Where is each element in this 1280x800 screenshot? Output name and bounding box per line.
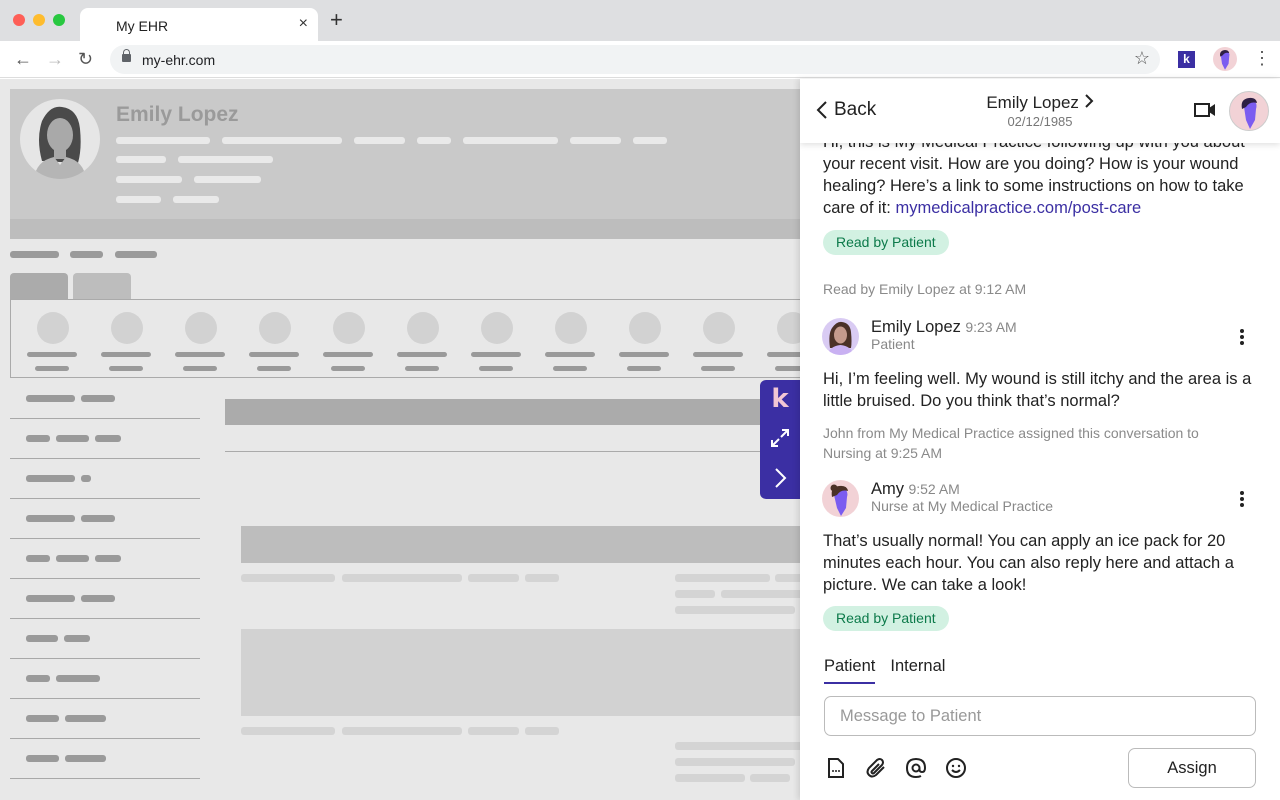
ehr-placeholder-icon xyxy=(185,312,217,344)
message-text: Hi, I’m feeling well. My wound is still … xyxy=(823,370,1252,410)
ehr-background: Emily Lopez xyxy=(0,79,800,800)
ehr-list-row[interactable] xyxy=(10,579,200,619)
ehr-list-row[interactable] xyxy=(10,699,200,739)
sender-role: Patient xyxy=(871,336,915,352)
chat-header: Back Emily Lopez 02/12/1985 xyxy=(800,79,1280,143)
emoji-icon[interactable] xyxy=(944,756,968,780)
message-input[interactable] xyxy=(824,696,1256,736)
ehr-placeholder-icon xyxy=(111,312,143,344)
browser-menu-icon[interactable]: ⋮ xyxy=(1253,48,1271,68)
ehr-placeholder-icon xyxy=(407,312,439,344)
window-maximize-button[interactable] xyxy=(53,14,65,26)
ehr-icon-row xyxy=(10,299,800,378)
more-options-icon[interactable] xyxy=(1232,488,1252,510)
ehr-list-row[interactable] xyxy=(10,739,200,779)
ehr-placeholder-icon xyxy=(481,312,513,344)
post-care-link[interactable]: mymedicalpractice.com/post-care xyxy=(895,199,1141,217)
assign-notice: John from My Medical Practice assigned t… xyxy=(823,425,1199,461)
tab-patient[interactable]: Patient xyxy=(824,657,876,684)
ehr-tab-1[interactable] xyxy=(10,273,68,300)
window-minimize-button[interactable] xyxy=(33,14,45,26)
extension-k-icon[interactable]: k xyxy=(1178,51,1195,68)
forward-arrow-icon[interactable]: → xyxy=(46,49,64,69)
ehr-list-row[interactable] xyxy=(10,379,200,419)
message-text: That’s usually normal! You can apply an … xyxy=(823,532,1234,594)
reload-icon[interactable]: ↻ xyxy=(78,49,93,69)
ehr-list-row[interactable] xyxy=(10,499,200,539)
browser-tab[interactable]: My EHR × xyxy=(80,8,318,41)
user-avatar[interactable] xyxy=(1229,91,1269,131)
more-options-icon[interactable] xyxy=(1232,326,1252,348)
sender-name: Emily Lopez xyxy=(871,318,961,336)
patient-name: Emily Lopez xyxy=(986,93,1079,112)
new-tab-button[interactable]: + xyxy=(330,9,343,31)
ehr-placeholder-icon xyxy=(703,312,735,344)
sender-role: Nurse at My Medical Practice xyxy=(871,498,1054,514)
expand-icon[interactable] xyxy=(768,426,792,450)
ehr-list-row[interactable] xyxy=(10,459,200,499)
sender-time: 9:23 AM xyxy=(965,319,1017,335)
nurse-avatar xyxy=(822,480,859,517)
paperclip-icon[interactable] xyxy=(864,756,888,780)
patient-avatar xyxy=(822,318,859,355)
browser-tab-bar: My EHR × + xyxy=(0,0,1280,41)
ehr-list-row[interactable] xyxy=(10,619,200,659)
read-notice: Read by Emily Lopez at 9:12 AM xyxy=(823,281,1027,297)
chat-panel: Back Emily Lopez 02/12/1985 Hi, this is … xyxy=(800,79,1280,800)
address-bar[interactable]: my-ehr.com ☆ xyxy=(110,45,1160,74)
assign-button[interactable]: Assign xyxy=(1128,748,1256,788)
ehr-placeholder-icon xyxy=(333,312,365,344)
url-text: my-ehr.com xyxy=(142,52,216,68)
ehr-patient-name: Emily Lopez xyxy=(116,103,239,126)
chevron-right-icon[interactable] xyxy=(770,466,790,490)
back-arrow-icon[interactable]: ← xyxy=(14,49,32,69)
tab-internal[interactable]: Internal xyxy=(890,657,945,684)
nurse-sender: Amy 9:52 AM Nurse at My Medical Practice xyxy=(871,480,1053,514)
bookmark-star-icon[interactable]: ☆ xyxy=(1134,48,1150,69)
ehr-list-row[interactable] xyxy=(10,659,200,699)
ehr-tab-2[interactable] xyxy=(73,273,131,300)
patient-sender: Emily Lopez 9:23 AM Patient xyxy=(871,318,1017,352)
sender-time: 9:52 AM xyxy=(908,481,960,497)
floating-widget: k xyxy=(760,380,802,499)
chevron-right-icon xyxy=(1084,94,1094,108)
lock-icon xyxy=(122,49,131,62)
window-close-button[interactable] xyxy=(13,14,25,26)
message-text: Hi, this is My Medical Practice followin… xyxy=(823,131,1253,219)
mention-icon[interactable] xyxy=(904,756,928,780)
tab-title: My EHR xyxy=(116,18,169,34)
ehr-placeholder-icon xyxy=(555,312,587,344)
document-template-icon[interactable] xyxy=(824,756,848,780)
read-by-patient-badge: Read by Patient xyxy=(823,606,949,631)
video-call-icon[interactable] xyxy=(1194,101,1216,119)
ehr-placeholder-icon xyxy=(777,312,800,344)
ehr-placeholder-icon xyxy=(259,312,291,344)
read-by-patient-badge: Read by Patient xyxy=(823,230,949,255)
browser-profile-avatar[interactable] xyxy=(1213,47,1237,71)
ehr-patient-avatar xyxy=(20,99,100,179)
tab-close-icon[interactable]: × xyxy=(299,15,308,33)
ehr-header-strip xyxy=(10,219,800,239)
browser-toolbar: ← → ↻ my-ehr.com ☆ xyxy=(0,41,1280,78)
ehr-placeholder-icon xyxy=(629,312,661,344)
ehr-placeholder-icon xyxy=(37,312,69,344)
sender-name: Amy xyxy=(871,480,904,498)
ehr-list-row[interactable] xyxy=(10,419,200,459)
ehr-list-row[interactable] xyxy=(10,539,200,579)
composer-tabs: Patient Internal xyxy=(824,657,945,684)
widget-logo-icon[interactable]: k xyxy=(760,384,800,414)
